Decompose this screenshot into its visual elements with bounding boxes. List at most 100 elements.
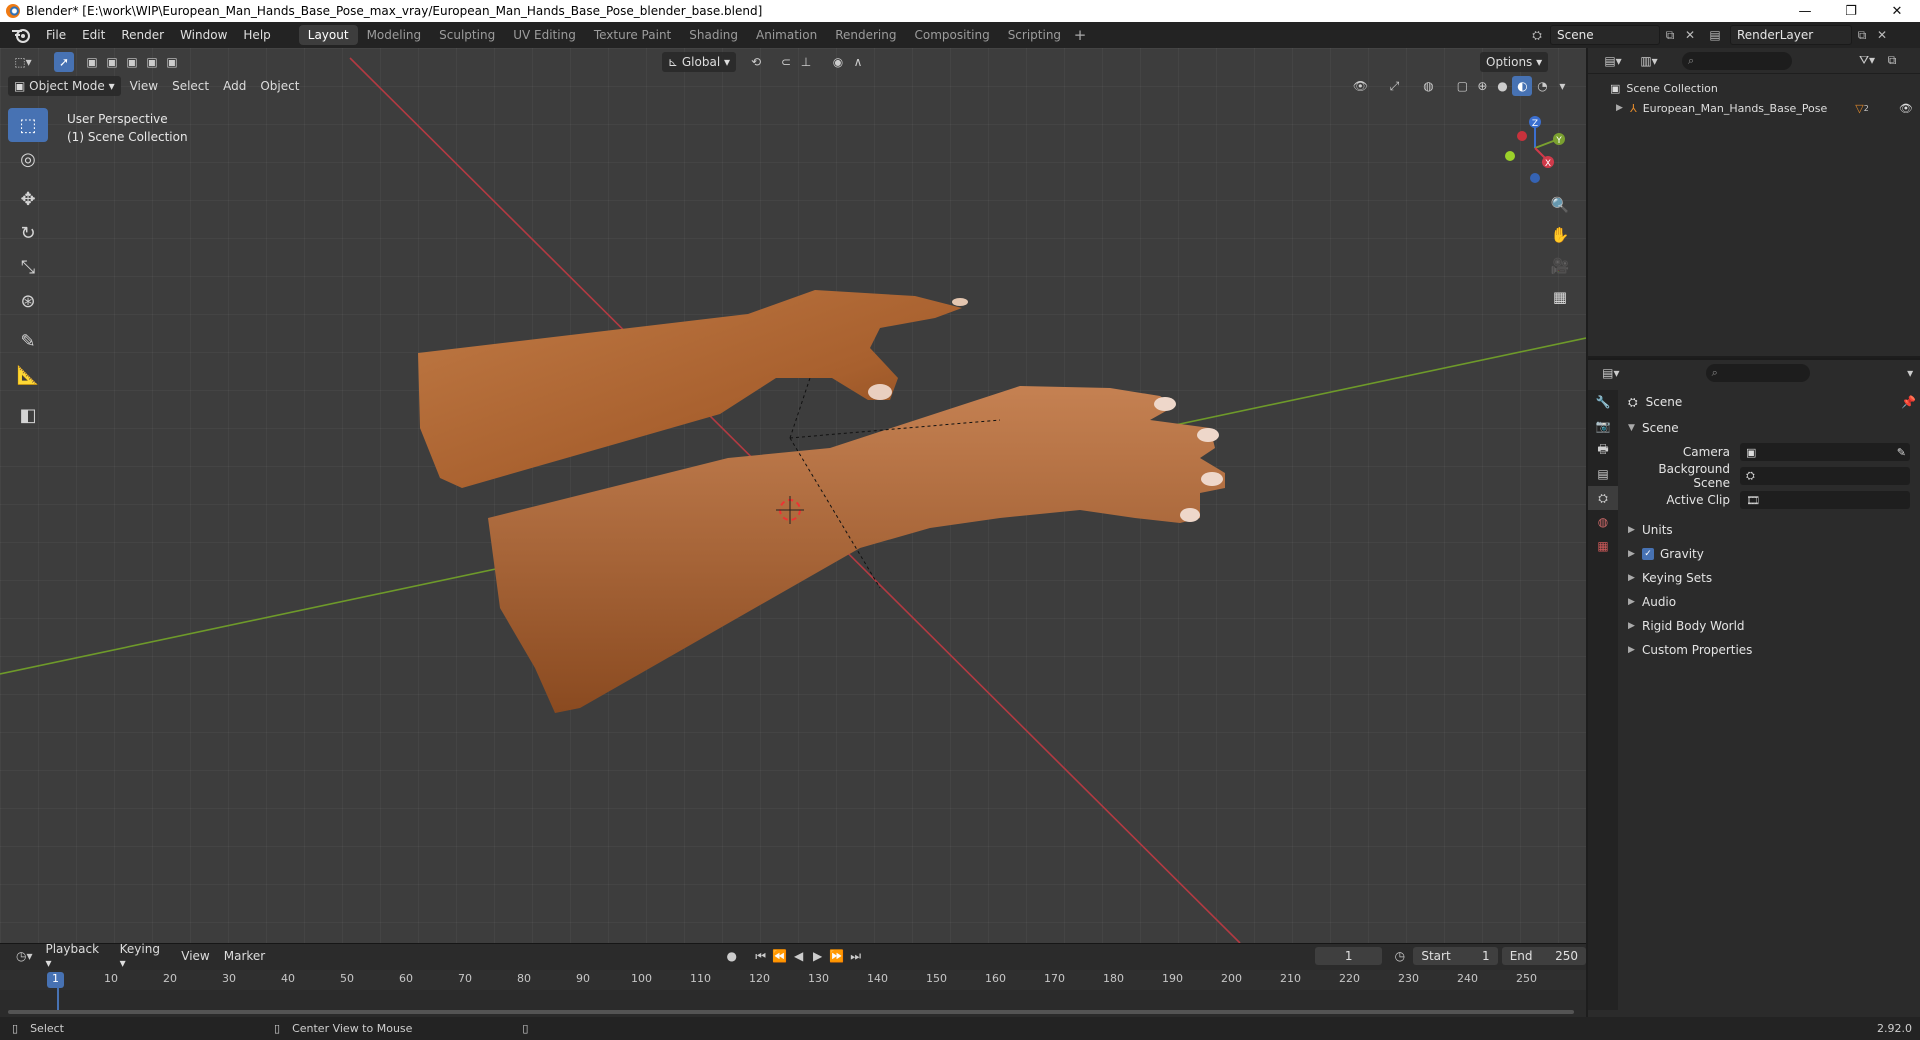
transform-tool-icon[interactable]: ⊛ — [8, 284, 48, 318]
outliner-row-scene-collection[interactable]: ▣ Scene Collection — [1588, 78, 1920, 98]
texture-tab-icon[interactable]: ▦ — [1588, 534, 1618, 558]
shading-solid-icon[interactable]: ● — [1492, 76, 1512, 96]
jump-end-icon[interactable]: ⏭ — [846, 946, 865, 966]
gravity-panel-header[interactable]: ▶ ✓ Gravity — [1622, 542, 1916, 566]
visibility-eye-icon[interactable]: 👁 — [1899, 102, 1913, 115]
tab-modeling[interactable]: Modeling — [358, 25, 431, 45]
menu-render[interactable]: Render — [113, 22, 172, 48]
new-scene-icon[interactable]: ⧉ — [1660, 25, 1680, 45]
camera-field[interactable]: ▣ ✎ — [1740, 443, 1910, 461]
tab-shading[interactable]: Shading — [680, 25, 747, 45]
proportional-falloff-icon[interactable]: ∧ — [848, 52, 868, 72]
ortho-grid-icon[interactable]: ▦ — [1548, 285, 1572, 309]
select-mode-intersect-icon[interactable]: ▣ — [162, 52, 182, 72]
current-frame-field[interactable]: 1 — [1315, 947, 1383, 965]
properties-editor-type-icon[interactable]: ▤▾ — [1596, 363, 1626, 383]
measure-tool-icon[interactable]: 📐 — [8, 358, 48, 392]
select-mode-invert-icon[interactable]: ▣ — [142, 52, 162, 72]
tab-layout[interactable]: Layout — [298, 25, 358, 45]
remove-view-layer-icon[interactable]: ✕ — [1872, 25, 1892, 45]
output-tab-icon[interactable]: 🖶 — [1588, 438, 1618, 462]
rigid-body-panel-header[interactable]: ▶ Rigid Body World — [1622, 614, 1916, 638]
add-cube-tool-icon[interactable]: ◧ — [8, 398, 48, 432]
tab-uv-editing[interactable]: UV Editing — [504, 25, 585, 45]
minimize-button[interactable]: — — [1782, 0, 1828, 22]
gizmo-neg-y-icon[interactable] — [1505, 151, 1515, 161]
end-frame-field[interactable]: End 250 — [1501, 947, 1587, 965]
preview-range-icon[interactable]: ◷ — [1390, 946, 1409, 966]
rotate-tool-icon[interactable]: ↻ — [8, 216, 48, 250]
units-panel-header[interactable]: ▶ Units — [1622, 518, 1916, 542]
scene-tab-icon[interactable]: ⛭ — [1588, 486, 1618, 510]
pivot-point-icon[interactable]: ⟲ — [746, 52, 766, 72]
shading-options-icon[interactable]: ▾ — [1552, 76, 1572, 96]
proportional-edit-icon[interactable]: ◉ — [828, 52, 848, 72]
eyedropper-icon[interactable]: ✎ — [1897, 446, 1906, 459]
add-workspace-button[interactable]: + — [1070, 26, 1090, 44]
view-layer-field[interactable]: RenderLayer — [1730, 25, 1852, 45]
tab-scripting[interactable]: Scripting — [999, 25, 1070, 45]
transform-orientation-dropdown[interactable]: ⊾ Global ▾ — [662, 52, 736, 72]
start-frame-field[interactable]: Start 1 — [1413, 947, 1498, 965]
play-icon[interactable]: ▶ — [808, 946, 827, 966]
navigation-gizmo[interactable]: Z Y X — [1500, 108, 1570, 188]
shading-wireframe-icon[interactable]: ⊕ — [1472, 76, 1492, 96]
xray-toggle-icon[interactable]: ▢ — [1452, 76, 1472, 96]
3d-viewport[interactable]: ⬚▾ ➚ ▣ ▣ ▣ ▣ ▣ ⊾ Global ▾ ⟲ ⊂ ⊥ ◉ ∧ Opti… — [0, 48, 1586, 943]
custom-properties-panel-header[interactable]: ▶ Custom Properties — [1622, 638, 1916, 662]
render-tab-icon[interactable]: 📷 — [1588, 414, 1618, 438]
scale-tool-icon[interactable]: ⤡ — [8, 250, 48, 284]
viewport-menu-add[interactable]: Add — [216, 79, 253, 93]
menu-file[interactable]: File — [38, 22, 74, 48]
world-tab-icon[interactable]: ◍ — [1588, 510, 1618, 534]
options-dropdown[interactable]: Options ▾ — [1480, 52, 1549, 72]
scene-type-icon[interactable]: ⛭ — [1524, 25, 1550, 45]
outliner-search-input[interactable]: ⌕ — [1682, 51, 1792, 70]
gizmo-neg-z-icon[interactable] — [1530, 173, 1540, 183]
viewport-menu-select[interactable]: Select — [165, 79, 216, 93]
visibility-eye-icon[interactable]: 👁 — [1350, 76, 1370, 96]
select-box-icon[interactable]: ⬚ — [8, 108, 48, 142]
snap-icon[interactable]: ⊂ — [776, 52, 796, 72]
jump-start-icon[interactable]: ⏮ — [751, 946, 770, 966]
timeline-scrollbar[interactable] — [8, 1010, 1574, 1014]
play-reverse-icon[interactable]: ◀ — [789, 946, 808, 966]
camera-view-icon[interactable]: 🎥 — [1548, 254, 1572, 278]
shading-rendered-icon[interactable]: ◔ — [1532, 76, 1552, 96]
timeline-menu-marker[interactable]: Marker — [217, 949, 272, 963]
remove-scene-icon[interactable]: ✕ — [1680, 25, 1700, 45]
shading-material-icon[interactable]: ◐ — [1512, 76, 1533, 96]
new-view-layer-icon[interactable]: ⧉ — [1852, 25, 1872, 45]
timeline-menu-view[interactable]: View — [174, 949, 216, 963]
cursor-tool-icon[interactable]: ◎ — [8, 142, 48, 176]
select-box-tool-icon[interactable]: ➚ — [54, 52, 74, 72]
viewport-menu-view[interactable]: View — [123, 79, 165, 93]
active-clip-field[interactable]: 🎞 — [1740, 491, 1910, 509]
timeline-editor-type-icon[interactable]: ◷▾ — [10, 946, 38, 966]
record-icon[interactable]: ● — [722, 946, 741, 966]
gravity-checkbox[interactable]: ✓ — [1642, 548, 1654, 560]
prev-keyframe-icon[interactable]: ⏪ — [770, 946, 789, 966]
select-mode-subtract-icon[interactable]: ▣ — [122, 52, 142, 72]
annotate-tool-icon[interactable]: ✎ — [8, 324, 48, 358]
timeline-ruler[interactable]: 1 10 20 30 40 50 60 70 80 90 100 110 120… — [0, 970, 1586, 1010]
overlay-toggle-icon[interactable]: ◍ — [1418, 76, 1438, 96]
view-layer-tab-icon[interactable]: ▤ — [1588, 462, 1618, 486]
editor-type-icon[interactable]: ⬚▾ — [8, 52, 38, 72]
tool-tab-icon[interactable]: 🔧 — [1588, 390, 1618, 414]
select-mode-new-icon[interactable]: ▣ — [82, 52, 102, 72]
new-collection-icon[interactable]: ⧉ — [1882, 51, 1902, 71]
maximize-button[interactable]: ❐ — [1828, 0, 1874, 22]
select-mode-extend-icon[interactable]: ▣ — [102, 52, 122, 72]
blender-logo-icon[interactable] — [10, 27, 32, 43]
object-mode-dropdown[interactable]: ▣ Object Mode ▾ — [8, 76, 121, 96]
tab-compositing[interactable]: Compositing — [905, 25, 998, 45]
snap-target-icon[interactable]: ⊥ — [796, 52, 816, 72]
menu-help[interactable]: Help — [235, 22, 278, 48]
keying-sets-panel-header[interactable]: ▶ Keying Sets — [1622, 566, 1916, 590]
options-chevron-icon[interactable]: ▾ — [1900, 363, 1920, 383]
tab-sculpting[interactable]: Sculpting — [430, 25, 504, 45]
gizmo-neg-x-icon[interactable] — [1517, 131, 1527, 141]
viewport-menu-object[interactable]: Object — [253, 79, 306, 93]
menu-window[interactable]: Window — [172, 22, 235, 48]
